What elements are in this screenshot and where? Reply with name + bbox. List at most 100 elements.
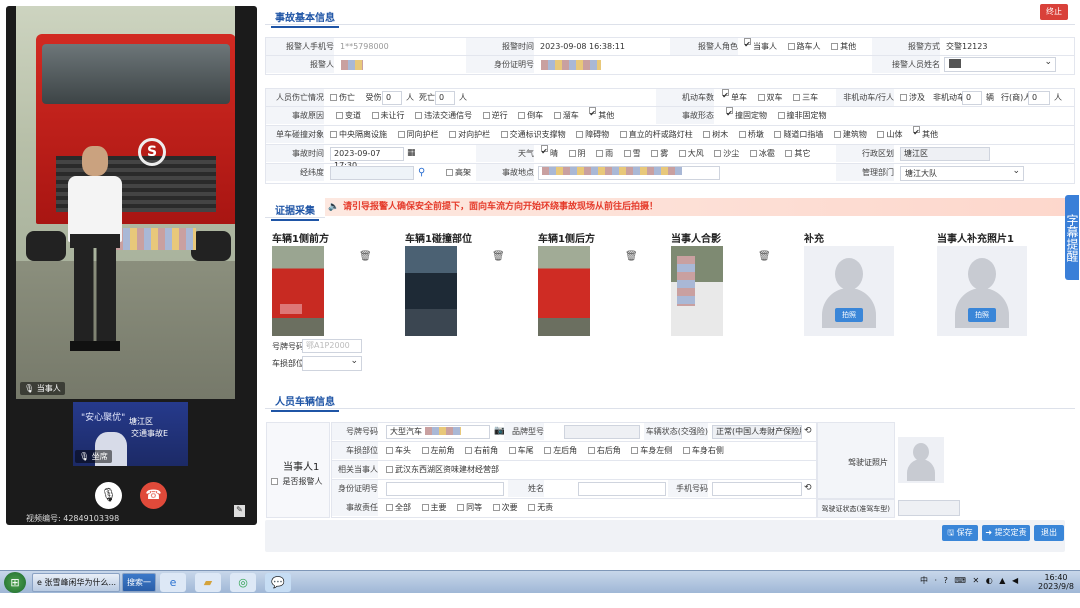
- plate-label: 号牌号码: [272, 342, 304, 351]
- time-input[interactable]: 2023-09-07 17:30: [330, 147, 404, 170]
- taskbar-search[interactable]: 搜索一下: [122, 573, 156, 604]
- vehicle-count-options[interactable]: 单车 双车 三车: [722, 89, 826, 106]
- speaker-icon: 🔈: [328, 202, 340, 212]
- shoot-button[interactable]: 拍照: [835, 308, 863, 322]
- system-tray[interactable]: 中 · ? ⌨ ✕ ◐ ▲ ◀: [920, 575, 1020, 586]
- mic-icon: 🎙: [79, 452, 90, 461]
- mute-button[interactable]: 🎙: [95, 482, 122, 509]
- place-label: 事故地点: [476, 164, 534, 181]
- taskbar-item-browser[interactable]: e 张雪峰闲华为什么...: [32, 573, 120, 592]
- license-status-input[interactable]: [898, 500, 960, 516]
- district-input[interactable]: 塘江区: [900, 147, 990, 161]
- basic-section-title: 事故基本信息: [271, 7, 339, 28]
- place-input[interactable]: [538, 166, 720, 180]
- exit-button[interactable]: 退出: [1034, 525, 1064, 541]
- injured-input[interactable]: 0: [382, 91, 402, 105]
- trash-icon[interactable]: 🗑: [492, 251, 505, 262]
- form-label: 事故形态: [656, 107, 714, 124]
- edit-icon[interactable]: ✎: [234, 505, 245, 517]
- video-person-label: 当事人: [36, 384, 61, 393]
- ie-icon[interactable]: e: [160, 573, 186, 592]
- brand-label: 品牌型号: [504, 423, 544, 440]
- pip-text2: 塘江区: [129, 417, 153, 426]
- form-options[interactable]: 撞固定物 撞非固定物: [726, 107, 835, 124]
- pip-video[interactable]: "安心聚优" 塘江区 交通事故E 🎙 坐席: [73, 402, 188, 466]
- name-input[interactable]: [578, 482, 666, 496]
- phone-label: 手机号码: [668, 480, 708, 497]
- latlng-label: 经纬度: [266, 164, 324, 181]
- casualty-field[interactable]: 伤亡 受伤: [330, 89, 382, 106]
- resp-options[interactable]: 全部 主要 同等 次要 无责: [386, 499, 561, 516]
- is-reporter-option[interactable]: 是否报警人: [271, 476, 323, 487]
- collision-part-select[interactable]: [302, 355, 362, 371]
- status-label: 车辆状态(交强险): [644, 423, 708, 440]
- receiver-select[interactable]: [944, 56, 1056, 72]
- clock[interactable]: 16:40 2023/9/8: [1038, 573, 1074, 591]
- nonmotor-unit: 辆: [986, 93, 994, 102]
- highway-option[interactable]: 高架: [446, 164, 471, 181]
- status-input[interactable]: 正常(中国人寿财产保险股份: [712, 425, 802, 439]
- pedestrian-input[interactable]: 0: [1028, 91, 1050, 105]
- person-section-title: 人员车辆信息: [271, 391, 339, 412]
- photo-title-4: 当事人合影: [671, 234, 721, 245]
- submit-button[interactable]: ➜ 提交定责: [982, 525, 1030, 541]
- pedestrian-label: 行(商)人: [1001, 93, 1032, 102]
- damage-options[interactable]: 车头 左前角 右前角 车尾 左后角 右后角 车身左侧 车身右侧: [386, 442, 732, 459]
- person-id-input[interactable]: [386, 482, 504, 496]
- reporter-role-options[interactable]: 当事人 路车人 其他: [744, 38, 864, 55]
- calendar-icon[interactable]: ▦: [407, 145, 416, 162]
- reporter-phone-label: 报警人手机号: [266, 38, 334, 55]
- save-button[interactable]: 🖫 保存: [942, 525, 978, 541]
- license-photo-label: 驾驶证照片: [817, 422, 895, 499]
- refresh-icon[interactable]: ⟲: [804, 423, 812, 440]
- license-photo[interactable]: [898, 437, 944, 483]
- photo-title-3: 车辆1侧后方: [538, 234, 595, 245]
- reporter-role-label: 报警人角色: [670, 38, 738, 55]
- browser-icon[interactable]: ◎: [230, 573, 256, 592]
- refresh-icon[interactable]: ⟲: [804, 480, 812, 497]
- trash-icon[interactable]: 🗑: [359, 251, 372, 262]
- location-pin-icon[interactable]: ⚲: [418, 164, 425, 181]
- vehicle-plate-input[interactable]: 大型汽车: [386, 425, 490, 439]
- photo-front-side[interactable]: [272, 246, 324, 336]
- latlng-input[interactable]: [330, 166, 414, 180]
- truck-logo-icon: S: [138, 138, 166, 166]
- plate-input[interactable]: 鄂A1P2000: [302, 339, 362, 353]
- folder-icon[interactable]: ▰: [195, 573, 221, 592]
- reporter-mosaic: [341, 60, 363, 70]
- photo-collision[interactable]: [405, 246, 457, 336]
- stop-button[interactable]: 终止: [1040, 4, 1068, 20]
- nonmotor-involve[interactable]: 涉及: [900, 89, 925, 106]
- vehicle-plate-label: 号牌号码: [332, 423, 378, 440]
- brand-input[interactable]: [564, 425, 640, 439]
- report-method-label: 报警方式: [872, 38, 940, 55]
- photo-party[interactable]: [671, 246, 723, 336]
- wechat-icon[interactable]: 💬: [265, 573, 291, 592]
- photo-party-extra[interactable]: 拍照: [937, 246, 1027, 336]
- shoot-button[interactable]: 拍照: [968, 308, 996, 322]
- phone-input[interactable]: [712, 482, 802, 496]
- single-obj-label: 单车碰撞对象: [266, 126, 324, 143]
- trash-icon[interactable]: 🗑: [758, 251, 771, 262]
- casualty-label: 人员伤亡情况: [266, 89, 324, 106]
- reporter-label: 报警人: [266, 56, 334, 73]
- weather-options[interactable]: 晴 阴 雨 雪 雾 大风 沙尘 冰雹 其它: [541, 145, 818, 162]
- injured-unit: 人: [406, 93, 414, 102]
- basic-section-header: 事故基本信息: [265, 5, 1075, 28]
- nonmotor-count-input[interactable]: 0: [962, 91, 982, 105]
- single-obj-options[interactable]: 中央隔离设施 同向护栏 对向护栏 交通标识支撑物 障碍物 直立的杆或路灯柱 树木…: [330, 126, 946, 143]
- subtitle-reminder-tab[interactable]: 字幕提醒: [1065, 195, 1079, 280]
- cause-options[interactable]: 变道 未让行 违法交通信号 逆行 倒车 溜车 其他: [336, 107, 622, 124]
- start-button[interactable]: ⊞: [4, 572, 26, 593]
- photo-rear-side[interactable]: [538, 246, 590, 336]
- dead-input[interactable]: 0: [435, 91, 455, 105]
- photo-title-1: 车辆1侧前方: [272, 234, 329, 245]
- party-block: 当事人1 是否报警人: [266, 422, 330, 518]
- photo-title-6: 当事人补充照片1: [937, 234, 1014, 245]
- hangup-button[interactable]: ☎: [140, 482, 167, 509]
- dept-select[interactable]: 塘江大队: [900, 165, 1024, 181]
- related-party-option[interactable]: 武汉东西湖区资味建材经营部: [386, 461, 499, 478]
- trash-icon[interactable]: 🗑: [625, 251, 638, 262]
- photo-supplement[interactable]: 拍照: [804, 246, 894, 336]
- collision-part-label: 车损部位: [272, 359, 304, 368]
